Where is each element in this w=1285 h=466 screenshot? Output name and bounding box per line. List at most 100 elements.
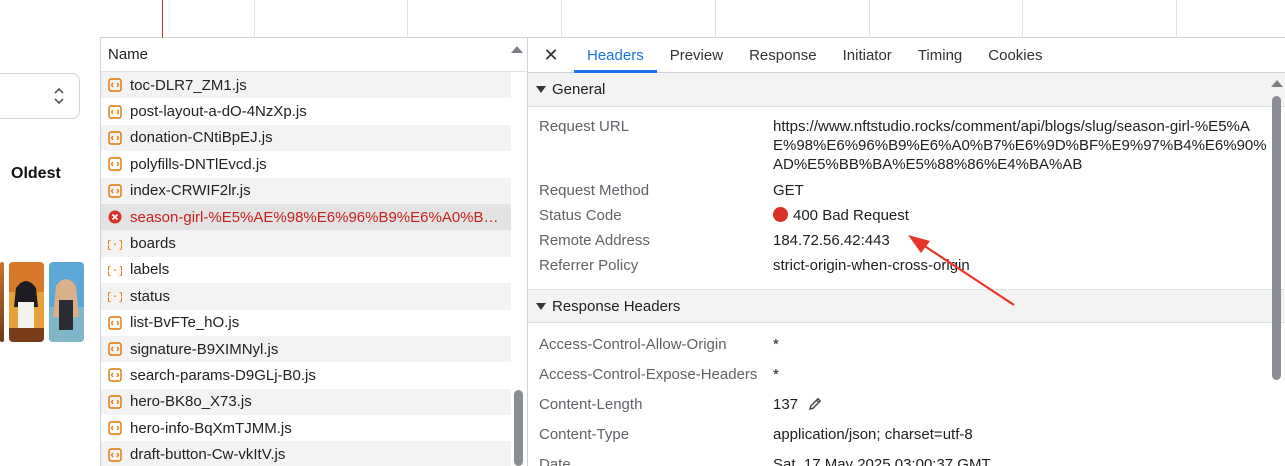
script-file-icon [108,131,122,145]
request-list-scrollbar[interactable] [514,390,523,466]
fetch-request-icon: {·} [108,264,122,277]
name-column-header[interactable]: Name [101,38,527,72]
detail-scrollbar[interactable] [1272,96,1281,380]
request-row[interactable]: search-params-D9GLj-B0.js [101,362,511,388]
request-row[interactable]: {·} labels [101,257,511,283]
script-file-icon [108,421,122,435]
tab-headers[interactable]: Headers [574,38,657,73]
svg-text:{·}: {·} [108,290,122,303]
script-file-icon [108,104,122,119]
request-name: index-CRWIF2lr.js [130,182,251,200]
header-key: Date [539,456,571,466]
header-value[interactable]: GET [773,181,1267,206]
script-file-icon [108,368,122,383]
svg-text:{·}: {·} [108,264,122,277]
script-file-icon [108,157,122,172]
header-value[interactable]: * [773,365,1267,395]
request-row[interactable]: index-CRWIF2lr.js [101,177,511,204]
request-row[interactable]: {·} status [101,283,511,310]
request-row[interactable]: list-BvFTe_hO.js [101,310,511,336]
header-key: Referrer Policy [539,257,639,274]
thumbnail-image[interactable] [0,262,4,342]
scroll-up-arrow-icon[interactable] [1271,80,1283,87]
network-overview-timeline[interactable] [100,0,1285,38]
tab-cookies[interactable]: Cookies [975,38,1055,72]
tab-preview[interactable]: Preview [657,38,736,72]
collapse-triangle-icon [536,302,546,310]
sort-option-oldest[interactable]: Oldest [11,165,61,183]
script-file-icon [108,316,122,330]
header-value[interactable]: 137 [773,396,798,413]
request-row[interactable]: signature-B9XIMNyl.js [101,335,511,363]
request-name: boards [130,235,176,253]
script-file-icon [108,184,122,198]
header-row-content-length: Content-Length 137 [528,395,1285,425]
svg-text:{·}: {·} [108,238,122,251]
thumbnail-image[interactable] [49,262,84,342]
request-row[interactable]: draft-button-Cw-vkItV.js [101,441,511,466]
fetch-request-icon: {·} [108,290,122,303]
header-value[interactable]: Sat, 17 May 2025 03:00:37 GMT [773,455,1267,466]
request-row[interactable]: toc-DLR7_ZM1.js [101,72,511,99]
general-section-toggle[interactable]: General [528,73,1285,107]
column-header-label: Name [108,46,149,63]
header-key: Request URL [539,118,630,135]
header-value[interactable]: strict-origin-when-cross-origin [773,256,1267,281]
tab-response[interactable]: Response [736,38,830,72]
request-name: donation-CNtiBpEJ.js [130,129,273,147]
header-key: Content-Type [539,426,630,443]
header-row-referrer-policy: Referrer Policy strict-origin-when-cross… [528,256,1285,281]
request-name: hero-info-BqXmTJMM.js [130,419,292,437]
chevron-up-down-icon [54,87,64,105]
thumbnail-image[interactable] [9,262,44,342]
sort-select[interactable] [0,73,80,119]
header-key: Access-Control-Allow-Origin [539,336,727,353]
section-title: Response Headers [552,297,681,315]
request-name: toc-DLR7_ZM1.js [130,76,247,94]
request-row[interactable]: {·} boards [101,230,511,257]
header-value[interactable]: * [773,335,1267,365]
header-row-request-method: Request Method GET [528,181,1285,206]
timeline-marker [162,0,163,38]
request-row[interactable]: hero-BK8o_X73.js [101,388,511,416]
header-row-remote-address: Remote Address 184.72.56.42:443 [528,231,1285,256]
request-row[interactable]: season-girl-%E5%AE%98%E6%96%B9%E6%A0%B… [101,203,511,231]
thumbnail-strip [0,262,84,342]
close-icon[interactable]: ✕ [528,38,574,72]
header-key: Remote Address [539,232,650,249]
header-key: Status Code [539,207,622,224]
response-headers-section-toggle[interactable]: Response Headers [528,289,1285,323]
script-file-icon [108,447,122,462]
request-name: hero-BK8o_X73.js [130,393,252,411]
page-left-strip: Oldest [0,0,100,466]
header-value[interactable]: 400 Bad Request [793,207,909,224]
header-value[interactable]: https://www.nftstudio.rocks/comment/api/… [773,117,1267,181]
request-row[interactable]: polyfills-DNTlEvcd.js [101,151,511,177]
request-name: signature-B9XIMNyl.js [130,340,279,358]
header-row-date: Date Sat, 17 May 2025 03:00:37 GMT [528,455,1285,466]
header-key: Request Method [539,182,650,199]
script-file-icon [108,395,122,409]
request-name: post-layout-a-dO-4NzXp.js [130,103,307,121]
header-key: Access-Control-Expose-Headers [539,366,758,383]
tab-timing[interactable]: Timing [905,38,975,72]
tab-initiator[interactable]: Initiator [830,38,905,72]
request-name: search-params-D9GLj-B0.js [130,366,316,384]
header-row-request-url: Request URL https://www.nftstudio.rocks/… [528,117,1285,181]
detail-tabbar: ✕ Headers Preview Response Initiator Tim… [528,38,1285,73]
request-row[interactable]: hero-info-BqXmTJMM.js [101,415,511,441]
header-value[interactable]: application/json; charset=utf-8 [773,425,1267,455]
header-key: Content-Length [539,396,643,413]
script-file-icon [108,78,122,92]
request-name: list-BvFTe_hO.js [130,314,240,332]
request-name: status [130,287,171,305]
edit-pencil-icon[interactable] [808,397,822,411]
status-error-dot-icon [773,207,788,222]
request-row[interactable]: donation-CNtiBpEJ.js [101,124,511,152]
scroll-up-arrow-icon[interactable] [511,46,523,53]
request-list: toc-DLR7_ZM1.js post-layout-a-dO-4NzXp.js… [101,72,511,466]
request-row[interactable]: post-layout-a-dO-4NzXp.js [101,98,511,124]
header-row-status-code: Status Code 400 Bad Request [528,206,1285,231]
header-value[interactable]: 184.72.56.42:443 [773,231,1267,256]
request-name: season-girl-%E5%AE%98%E6%96%B9%E6%A0%B… [130,208,499,226]
